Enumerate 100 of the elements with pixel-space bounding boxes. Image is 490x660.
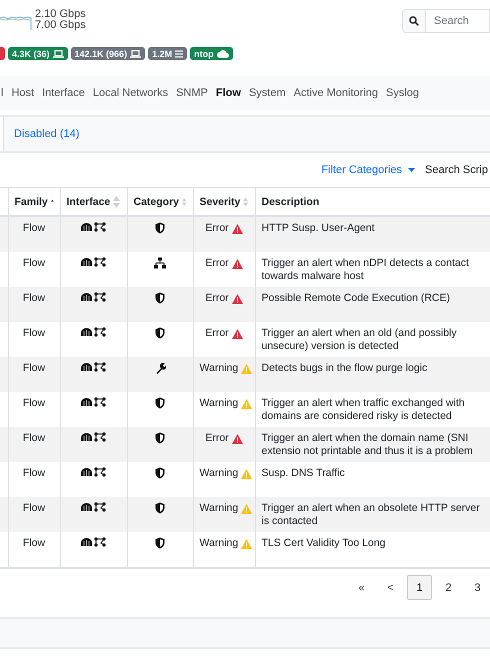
upload-rate: 2.10 Gbps xyxy=(35,9,86,20)
severity-label: Warning xyxy=(200,397,238,410)
severity-label: Error xyxy=(205,292,229,305)
nav-link[interactable]: Flow xyxy=(216,87,241,99)
shield-icon xyxy=(155,502,165,514)
shield-icon xyxy=(155,327,165,339)
severity-label: Error xyxy=(205,222,229,235)
description-text: Trigger an alert when traffic exchanged with domains are considered risky is detected xyxy=(262,397,465,422)
warning-triangle-icon xyxy=(241,468,252,478)
error-triangle-icon xyxy=(232,434,243,444)
shield-icon xyxy=(155,432,165,444)
severity-label: Warning xyxy=(200,467,238,480)
column-header[interactable]: Description xyxy=(262,196,484,208)
warning-triangle-icon xyxy=(241,364,252,374)
nav-link[interactable]: Host xyxy=(11,87,34,99)
network-interface-icon xyxy=(94,362,106,372)
list-icon xyxy=(175,50,184,58)
nav-link[interactable]: Local Networks xyxy=(92,87,168,99)
severity-label: Error xyxy=(205,432,229,445)
shield-icon xyxy=(155,292,165,304)
network-interface-icon xyxy=(94,537,106,547)
search-scripts-label: Search Scrip xyxy=(425,164,488,176)
page-link[interactable]: 3 xyxy=(465,575,490,600)
nav-link[interactable]: SNMP xyxy=(176,87,208,99)
table-cell: Flow xyxy=(22,327,46,339)
severity-label: Error xyxy=(205,327,229,340)
packet-interface-icon xyxy=(81,398,92,406)
table-cell: Flow xyxy=(22,432,46,444)
shield-icon xyxy=(155,467,165,479)
table-cell: Flow xyxy=(22,257,46,269)
severity-label: Warning xyxy=(200,502,238,515)
error-triangle-icon xyxy=(232,224,243,234)
error-triangle-icon xyxy=(232,258,243,268)
description-text: Trigger an alert when an obsolete HTTP server is contacted xyxy=(262,502,480,527)
search-icon xyxy=(409,16,419,26)
network-interface-icon xyxy=(94,292,106,302)
error-triangle-icon xyxy=(232,294,243,304)
filter-categories-dropdown[interactable]: Filter Categories xyxy=(321,164,416,176)
packet-interface-icon xyxy=(81,258,92,266)
description-text: Trigger an alert when nDPI detects a contact towards malware host xyxy=(262,257,469,282)
table-cell: Flow xyxy=(22,362,46,374)
download-rate: 7.00 Gbps xyxy=(35,20,86,31)
search-field[interactable]: Search xyxy=(426,9,490,33)
error-triangle-icon xyxy=(232,328,243,338)
network-interface-icon xyxy=(94,467,106,477)
laptop-icon xyxy=(130,50,142,58)
warning-triangle-icon xyxy=(241,398,252,408)
nav-link[interactable]: System xyxy=(248,87,286,99)
nav-link[interactable]: Syslog xyxy=(386,87,420,99)
table-cell: Flow xyxy=(22,467,46,479)
description-text: Trigger an alert when the domain name (SNI extensio not printable and thus it is a problem xyxy=(262,432,473,457)
warning-triangle-icon xyxy=(241,538,252,548)
network-interface-icon xyxy=(94,502,106,512)
packet-interface-icon xyxy=(81,293,92,301)
tab[interactable]: Disabled (14) xyxy=(4,117,90,151)
warning-triangle-icon xyxy=(241,504,252,514)
network-interface-icon xyxy=(94,397,106,407)
caret-icon xyxy=(408,168,416,172)
hosts-badge[interactable]: 4.3K (36) xyxy=(8,47,68,60)
packet-interface-icon xyxy=(81,433,92,441)
hosts-badge[interactable]: 142.1K (966) xyxy=(70,47,146,60)
packet-interface-icon xyxy=(81,223,92,231)
nav-link[interactable]: Active Monitoring xyxy=(294,87,378,99)
network-interface-icon xyxy=(94,257,106,267)
cloud-status-badge[interactable]: ntop xyxy=(190,47,233,60)
severity-label: Warning xyxy=(200,537,238,550)
description-text: Trigger an alert when an old (and possibly unsecure) version is detected xyxy=(262,327,457,352)
severity-label: Error xyxy=(205,257,229,270)
table-cell: Flow xyxy=(22,292,46,304)
nav-link[interactable]: Interface xyxy=(42,87,85,99)
wrench-icon xyxy=(154,362,166,374)
shield-icon xyxy=(155,397,165,409)
description-text: Possible Remote Code Execution (RCE) xyxy=(262,292,450,304)
packet-interface-icon xyxy=(81,538,92,546)
packet-interface-icon xyxy=(81,363,92,371)
search-button[interactable] xyxy=(402,9,426,33)
network-interface-icon xyxy=(94,222,106,232)
network-icon xyxy=(154,257,166,269)
table-cell: Flow xyxy=(22,397,46,409)
shield-icon xyxy=(155,222,165,234)
flows-badge[interactable]: 1.2M xyxy=(148,47,188,60)
page-link[interactable]: < xyxy=(378,575,403,600)
shield-icon xyxy=(155,537,165,549)
page-link[interactable]: « xyxy=(349,575,374,600)
network-interface-icon xyxy=(94,432,106,442)
laptop-icon xyxy=(52,50,64,58)
description-text: HTTP Susp. User-Agent xyxy=(262,222,375,234)
network-interface-icon xyxy=(94,327,106,337)
nav-link[interactable]: l xyxy=(1,87,4,99)
packet-interface-icon xyxy=(81,468,92,476)
page-link[interactable]: 1 xyxy=(407,575,432,600)
description-text: Detects bugs in the flow purge logic xyxy=(262,362,428,374)
cloud-icon xyxy=(216,50,229,58)
severity-label: Warning xyxy=(200,362,238,375)
table-cell: Flow xyxy=(22,222,46,234)
packet-interface-icon xyxy=(81,503,92,511)
table-cell: Flow xyxy=(22,502,46,514)
page-link[interactable]: 2 xyxy=(436,575,461,600)
description-text: TLS Cert Validity Too Long xyxy=(262,537,386,549)
description-text: Susp. DNS Traffic xyxy=(262,467,345,479)
